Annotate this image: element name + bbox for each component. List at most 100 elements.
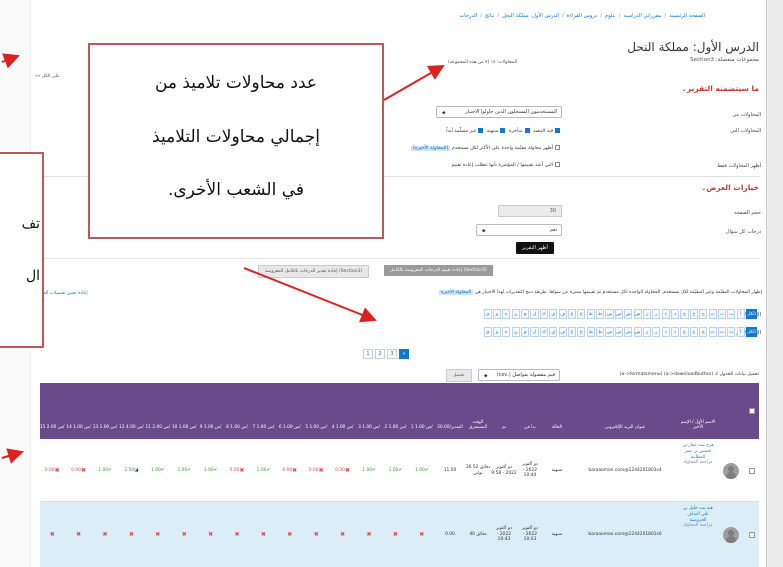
page-link[interactable]: 3 [387,349,397,359]
column-header[interactable]: الاسم الأول / الإسم الأخير [679,383,717,439]
marks-select[interactable]: نعم ⬥ [476,224,562,236]
initial-filter[interactable]: ر [652,309,661,319]
initial-filter[interactable]: ح [689,327,698,337]
initial-filter[interactable]: ض [605,327,614,337]
breadcrumb-item[interactable]: الصفحة الرئيسية [669,13,705,19]
student-name[interactable]: فرح بنت عمار بن خميس بن نصر العطابية [679,443,717,460]
regrade-all-button[interactable]: إعادة تقييم الدرجات المعروضة بالكامل (Se… [384,265,493,276]
question-grade-cell[interactable]: ✖ [40,502,65,567]
question-grade-cell[interactable]: ✖ [118,502,144,567]
column-header[interactable]: بدأ في [517,383,543,439]
column-header[interactable]: 15 س 2.00/ [40,383,65,439]
initial-filter[interactable]: ت [717,327,727,337]
avatar[interactable] [723,462,739,479]
question-grade-cell[interactable]: ✖ [277,502,303,567]
column-header[interactable]: 2 س 1.00/ [382,383,408,439]
breadcrumb-item[interactable]: الدرس الأول: مملكة النحل [502,13,559,19]
initial-filter[interactable]: ي [483,327,492,337]
initial-filter[interactable]: ج [699,327,708,337]
question-grade-cell[interactable]: 1.00 ✔ [171,439,197,502]
initial-filter[interactable]: ش [624,309,633,319]
initial-filter[interactable]: ب [727,327,736,337]
column-header[interactable]: 9 س 1.00/ [197,383,223,439]
initial-filter[interactable]: ع [577,309,586,319]
question-grade-cell[interactable]: ✖ [329,502,355,567]
initial-filter[interactable]: ق [549,309,558,319]
avatar[interactable] [723,526,739,543]
row-checkbox[interactable] [749,531,755,538]
question-grade-cell[interactable]: ✖ [145,502,171,567]
column-header[interactable]: 12 س 4.00/ [118,383,144,439]
vertical-scrollbar[interactable] [766,0,783,567]
report-section-header[interactable]: ما سيتضمنه التقرير⌄ [678,84,759,93]
initial-filter[interactable]: ض [605,309,614,319]
initial-filter[interactable]: ع [577,327,586,337]
student-name[interactable]: هبة بنت خليل بن علي العداف الحروصية [679,506,717,523]
groups-selector[interactable]: مجموعات منفصلة: Section3 [690,57,759,63]
column-header[interactable]: الحالة [543,383,571,439]
initial-filter[interactable]: ش [624,327,633,337]
column-header[interactable]: 3 س 1.00/ [356,383,382,439]
initial-filter[interactable]: ص [614,309,623,319]
checkbox-inprogress[interactable] [555,128,560,133]
initial-filter[interactable]: د [671,309,680,319]
column-header[interactable]: 5 س 1.00/ [303,383,329,439]
column-header[interactable]: التقدير/20.00 [435,383,465,439]
initial-filter[interactable]: ب [727,309,736,319]
initial-filter[interactable]: ف [558,309,567,319]
breadcrumb-item[interactable]: نتائج [485,13,494,19]
question-grade-cell[interactable]: 0.00 ✖ [303,439,329,502]
review-attempt-link[interactable]: مراجعة المحاولة [679,460,717,466]
grading-method-link[interactable]: المحاولة الأخيرة [438,290,474,295]
column-header[interactable]: الوقت المستغرق [465,383,491,439]
question-grade-cell[interactable]: ✖ [303,502,329,567]
column-header[interactable]: 10 س 1.00/ [171,383,197,439]
initial-filter-all[interactable]: الكل [746,309,757,319]
initial-filter[interactable]: خ [680,309,689,319]
initial-filter[interactable]: د [671,327,680,337]
initial-filter[interactable]: ص [614,327,623,337]
question-grade-cell[interactable]: ✖ [409,502,435,567]
checkbox-abandoned[interactable] [478,128,484,133]
question-grade-cell[interactable]: ✖ [92,502,118,567]
breadcrumb-item[interactable]: الدرجات [459,13,477,19]
question-grade-cell[interactable]: 0.00 ✖ [329,439,355,502]
initial-filter[interactable]: ل [530,309,539,319]
initial-filter[interactable]: ذ [661,327,670,337]
initial-filter[interactable]: س [633,309,642,319]
initial-filter[interactable]: غ [567,327,577,337]
download-format-select[interactable]: قيم مفصولة بفواصل (.csv) ⬥ [478,369,560,381]
initial-filter[interactable]: م [521,327,530,337]
question-grade-cell[interactable]: 1.00 ✔ [382,439,408,502]
initial-filter[interactable]: ت [717,309,727,319]
initial-filter[interactable]: ط [596,309,605,319]
page-link[interactable]: 2 [375,349,385,359]
question-grade-cell[interactable]: 0.00 ✖ [65,439,91,502]
review-attempt-link[interactable]: مراجعة المحاولة [679,523,717,529]
initial-filter[interactable]: ه [502,309,511,319]
initial-filter[interactable]: غ [567,309,577,319]
initial-filter[interactable]: ف [558,327,567,337]
question-grade-cell[interactable]: ✖ [171,502,197,567]
initial-filter[interactable]: ن [511,327,520,337]
breadcrumb-item[interactable]: علوم [605,13,616,19]
initial-filter[interactable]: ط [596,327,605,337]
initial-filter[interactable]: ن [511,309,520,319]
initial-filter[interactable]: ج [699,309,708,319]
checkbox-highest-graded[interactable] [555,145,560,150]
column-header[interactable]: 7 س 1.00/ [250,383,276,439]
initial-filter[interactable]: ك [539,309,548,319]
question-grade-cell[interactable]: 1.00 ✔ [92,439,118,502]
question-grade-cell[interactable]: 0.00 ✖ [224,439,250,502]
column-header[interactable]: 6 س 1.00/ [277,383,303,439]
initial-filter[interactable]: ي [483,309,492,319]
initial-filter[interactable]: ز [642,309,652,319]
initial-filter[interactable]: و [492,309,502,319]
question-grade-cell[interactable]: ✖ [224,502,250,567]
initial-filter[interactable]: ه [502,327,511,337]
column-header[interactable]: 4 س 1.00/ [329,383,355,439]
question-grade-cell[interactable]: 0.00 ✖ [40,439,65,502]
initial-filter[interactable]: ظ [586,309,595,319]
initial-filter[interactable]: أ [736,309,745,319]
initial-filter[interactable]: س [633,327,642,337]
